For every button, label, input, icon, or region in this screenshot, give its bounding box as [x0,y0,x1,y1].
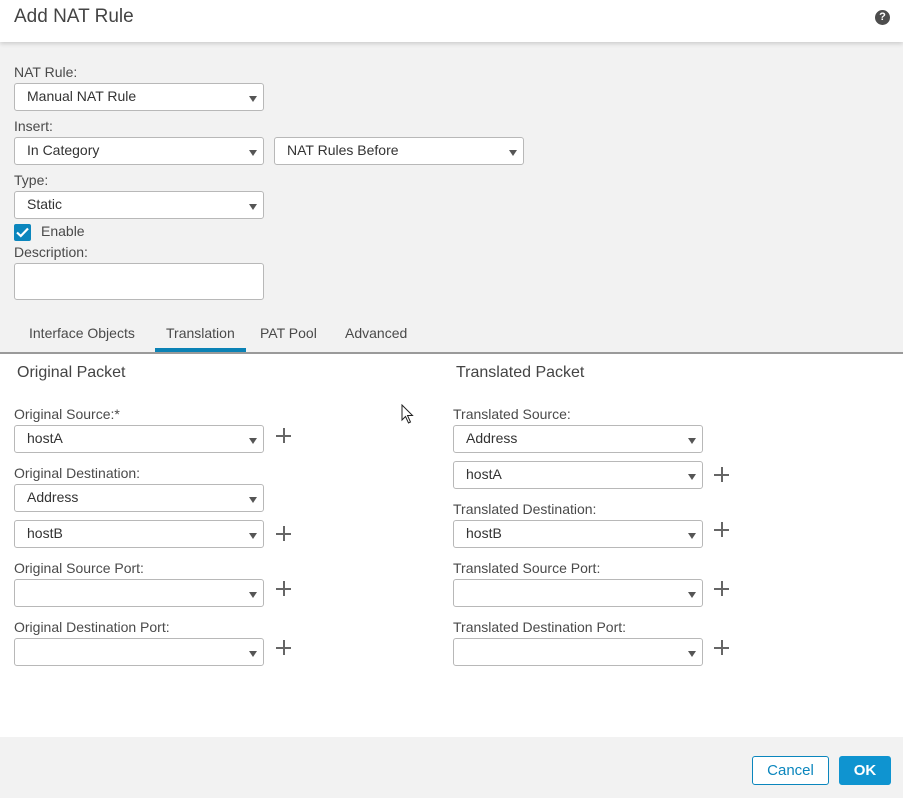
chevron-down-icon [688,438,696,444]
help-icon[interactable]: ? [875,10,890,25]
original-source-label: Original Source:* [14,406,120,422]
nat-rule-select[interactable]: Manual NAT Rule [14,83,264,111]
chevron-down-icon [249,651,257,657]
translated-destination-value: hostB [466,525,502,541]
chevron-down-icon [249,533,257,539]
original-source-port-select[interactable] [14,579,264,607]
translated-source-select[interactable]: hostA [453,461,703,489]
chevron-down-icon [249,96,257,102]
translated-source-type-value: Address [466,430,518,446]
translated-source-type-select[interactable]: Address [453,425,703,453]
add-original-destination-icon[interactable] [276,526,293,543]
description-label: Description: [14,244,88,260]
chevron-down-icon [249,438,257,444]
chevron-down-icon [688,474,696,480]
insert-position-value: NAT Rules Before [287,142,399,158]
original-destination-select[interactable]: hostB [14,520,264,548]
nat-rule-value: Manual NAT Rule [27,88,137,104]
chevron-down-icon [249,497,257,503]
add-translated-source-icon[interactable] [714,467,731,484]
tab-divider [0,352,903,354]
translated-destination-label: Translated Destination: [453,501,597,517]
original-destination-type-value: Address [27,489,79,505]
original-destination-type-select[interactable]: Address [14,484,264,512]
original-destination-label: Original Destination: [14,465,141,481]
tab-pat-pool[interactable]: PAT Pool [260,325,317,341]
tab-translation[interactable]: Translation [166,325,235,341]
checkmark-icon [16,227,29,238]
insert-label: Insert: [14,118,53,134]
add-original-source-icon[interactable] [276,428,293,445]
translated-destination-port-select[interactable] [453,638,703,666]
translated-source-label: Translated Source: [453,406,571,422]
dialog-title: Add NAT Rule [14,6,134,27]
translated-source-value: hostA [466,466,502,482]
translated-destination-select[interactable]: hostB [453,520,703,548]
chevron-down-icon [688,533,696,539]
type-value: Static [27,196,63,212]
insert-value: In Category [27,142,100,158]
original-destination-value: hostB [27,525,63,541]
chevron-down-icon [688,592,696,598]
tab-interface-objects[interactable]: Interface Objects [29,325,135,341]
translated-packet-title: Translated Packet [456,364,585,381]
add-original-destination-port-icon[interactable] [276,640,293,657]
chevron-down-icon [249,150,257,156]
add-translated-destination-icon[interactable] [714,522,731,539]
translated-source-port-select[interactable] [453,579,703,607]
chevron-down-icon [509,150,517,156]
chevron-down-icon [249,592,257,598]
translated-destination-port-label: Translated Destination Port: [453,619,627,635]
dialog-header: Add NAT Rule ? [0,0,903,42]
original-packet-title: Original Packet [17,364,126,381]
ok-button[interactable]: OK [839,756,891,785]
type-select[interactable]: Static [14,191,264,219]
mouse-cursor-icon [401,404,414,424]
description-input[interactable] [14,263,264,300]
original-destination-port-select[interactable] [14,638,264,666]
enable-label: Enable [41,223,85,239]
enable-checkbox[interactable] [14,224,31,241]
cancel-button[interactable]: Cancel [752,756,829,785]
original-destination-port-label: Original Destination Port: [14,619,170,635]
add-original-source-port-icon[interactable] [276,581,293,598]
translated-source-port-label: Translated Source Port: [453,560,601,576]
insert-position-select[interactable]: NAT Rules Before [274,137,524,165]
original-source-port-label: Original Source Port: [14,560,144,576]
chevron-down-icon [688,651,696,657]
chevron-down-icon [249,204,257,210]
add-translated-source-port-icon[interactable] [714,581,731,598]
type-label: Type: [14,172,49,188]
add-translated-destination-port-icon[interactable] [714,640,731,657]
tab-advanced[interactable]: Advanced [345,325,407,341]
insert-select[interactable]: In Category [14,137,264,165]
original-source-select[interactable]: hostA [14,425,264,453]
original-source-value: hostA [27,430,63,446]
nat-rule-label: NAT Rule: [14,64,78,80]
